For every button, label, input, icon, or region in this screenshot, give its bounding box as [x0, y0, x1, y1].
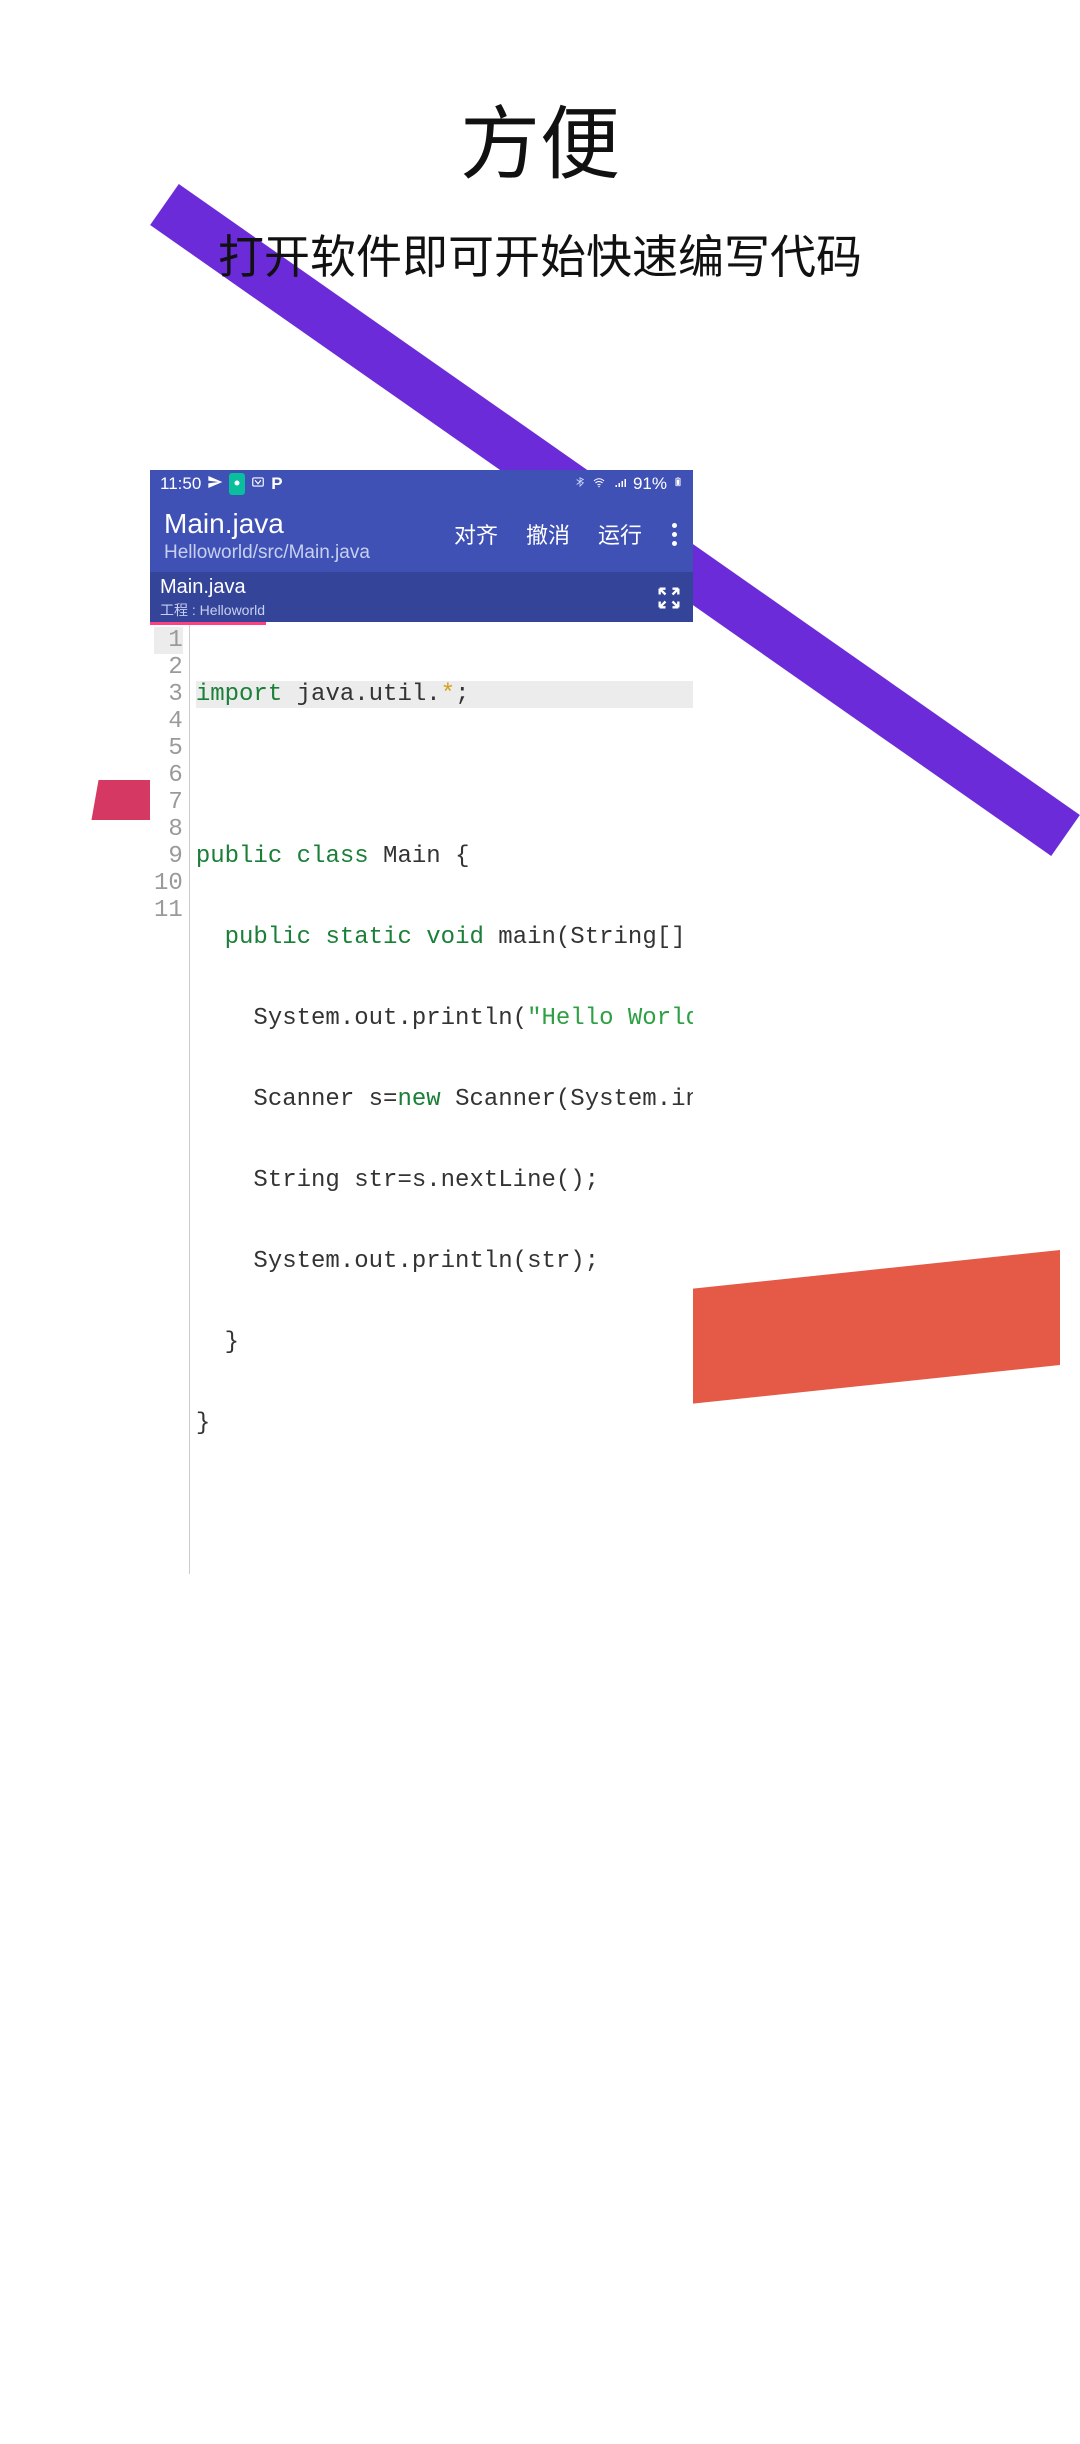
page-subtitle: 打开软件即可开始快速编写代码 — [0, 221, 1080, 287]
code-line-1: import java.util.*; — [196, 681, 693, 708]
status-time: 11:50 — [160, 474, 201, 494]
p-icon: P — [271, 474, 282, 494]
code-line-9: } — [196, 1329, 693, 1356]
header-filepath: Helloworld/src/Main.java — [164, 542, 370, 564]
code-line-11 — [196, 1491, 693, 1518]
line-num: 11 — [154, 897, 183, 924]
expand-icon[interactable] — [655, 584, 683, 612]
tab-filename: Main.java — [160, 576, 265, 599]
code-line-4: public static void main(String[] — [196, 924, 693, 951]
line-num: 6 — [154, 762, 183, 789]
code-line-2 — [196, 762, 693, 789]
code-editor[interactable]: 1 2 3 4 5 6 7 8 9 10 11 import java.util… — [150, 625, 693, 1574]
page-title: 方便 — [0, 80, 1080, 196]
wifi-icon — [591, 474, 607, 494]
line-gutter: 1 2 3 4 5 6 7 8 9 10 11 — [150, 625, 190, 1574]
telegram-icon — [207, 474, 223, 495]
header-titles: Main.java Helloworld/src/Main.java — [164, 508, 370, 564]
line-num: 10 — [154, 870, 183, 897]
code-line-8: System.out.println(str); — [196, 1248, 693, 1275]
tab-active[interactable]: Main.java 工程 : Helloworld — [160, 576, 265, 620]
line-num: 9 — [154, 843, 183, 870]
app-header: Main.java Helloworld/src/Main.java 对齐 撤消… — [150, 498, 693, 572]
code-line-5: System.out.println("Hello World — [196, 1005, 693, 1032]
status-bar: 11:50 P 91% — [150, 470, 693, 498]
code-line-3: public class Main { — [196, 843, 693, 870]
editor-empty-area[interactable] — [150, 1574, 693, 2444]
code-area[interactable]: import java.util.*; public class Main { … — [190, 625, 693, 1574]
signal-icon — [613, 474, 627, 494]
card-icon — [251, 474, 265, 494]
camera-icon — [229, 473, 245, 495]
align-button[interactable]: 对齐 — [454, 518, 498, 550]
tab-bar: Main.java 工程 : Helloworld — [150, 572, 693, 622]
status-right: 91% — [575, 474, 683, 495]
tab-project: 工程 : Helloworld — [160, 600, 265, 620]
battery-icon — [673, 474, 683, 495]
line-num: 7 — [154, 789, 183, 816]
run-button[interactable]: 运行 — [598, 518, 642, 550]
header-filename: Main.java — [164, 508, 370, 540]
line-num: 2 — [154, 654, 183, 681]
decorative-stripe-orange — [680, 1250, 1060, 1405]
line-num: 3 — [154, 681, 183, 708]
code-line-7: String str=s.nextLine(); — [196, 1167, 693, 1194]
line-num: 8 — [154, 816, 183, 843]
status-left: 11:50 P — [160, 473, 283, 495]
line-num: 5 — [154, 735, 183, 762]
undo-button[interactable]: 撤消 — [526, 518, 570, 550]
more-icon[interactable] — [670, 521, 679, 548]
line-num: 4 — [154, 708, 183, 735]
line-num: 1 — [154, 627, 183, 654]
bluetooth-icon — [575, 474, 585, 494]
battery-percent: 91% — [633, 474, 667, 494]
header-actions: 对齐 撤消 运行 — [454, 518, 679, 550]
phone-screenshot: 11:50 P 91% — [150, 470, 693, 2444]
code-line-6: Scanner s=new Scanner(System.in — [196, 1086, 693, 1113]
code-line-10: } — [196, 1410, 693, 1437]
